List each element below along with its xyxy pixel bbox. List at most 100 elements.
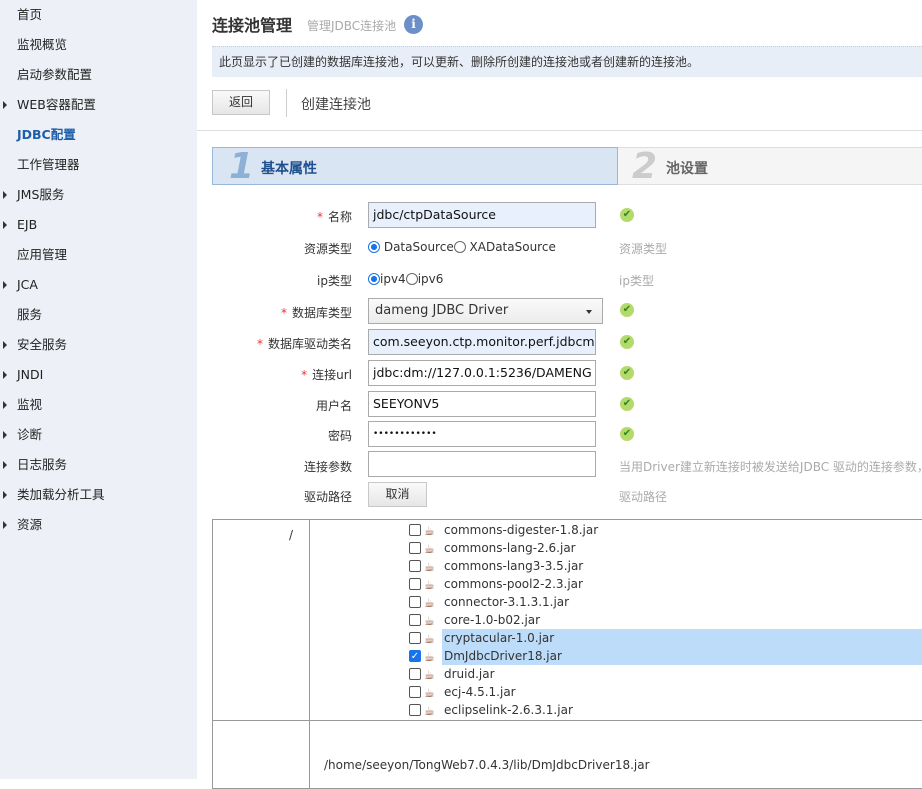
radio-ipv6[interactable] xyxy=(405,273,418,285)
file-item[interactable]: ☕ commons-lang-2.6.jar xyxy=(409,539,922,557)
back-button[interactable]: 返回 xyxy=(212,90,270,115)
file-item[interactable]: ✓ ☕ DmJdbcDriver18.jar xyxy=(409,647,922,665)
sidebar-item[interactable]: 启动参数配置 xyxy=(17,65,92,85)
caret-right-icon xyxy=(3,491,7,499)
file-checkbox[interactable] xyxy=(409,668,421,680)
password-input[interactable]: •••••••••••• xyxy=(368,421,596,447)
sidebar-item[interactable]: 类加载分析工具 xyxy=(3,485,105,505)
url-input[interactable]: jdbc:dm://127.0.0.1:5236/DAMENG xyxy=(368,360,596,386)
username-input[interactable]: SEEYONV5 xyxy=(368,391,596,417)
sidebar-item-label: WEB容器配置 xyxy=(17,97,96,112)
sidebar-item-label: 工作管理器 xyxy=(17,157,80,172)
sidebar-item[interactable]: 安全服务 xyxy=(3,335,67,355)
sidebar-item[interactable]: JDBC配置 xyxy=(17,125,76,145)
tree-root[interactable]: / xyxy=(289,528,293,542)
sidebar-item-label: 监视 xyxy=(17,397,43,412)
resource-type-hint: 资源类型 xyxy=(619,242,668,256)
ip-type-radios: ipv4 ipv6 xyxy=(368,272,443,286)
sidebar-item[interactable]: WEB容器配置 xyxy=(3,95,96,115)
username-label: 用户名 xyxy=(315,399,352,413)
file-item[interactable]: ☕ cryptacular-1.0.jar xyxy=(409,629,922,647)
sidebar-item-label: EJB xyxy=(17,217,38,232)
file-name: commons-pool2-2.3.jar xyxy=(444,577,583,591)
radio-ipv4[interactable] xyxy=(368,273,380,285)
resource-type-radios: DataSource XADataSource xyxy=(368,240,556,254)
file-item[interactable]: ☕ commons-pool2-2.3.jar xyxy=(409,575,922,593)
sidebar-item[interactable]: JCA xyxy=(3,275,38,295)
sidebar-item-label: JCA xyxy=(17,277,38,292)
sidebar-item[interactable]: 工作管理器 xyxy=(17,155,80,175)
sidebar-item[interactable]: 诊断 xyxy=(3,425,42,445)
caret-right-icon xyxy=(3,461,7,469)
chevron-down-icon xyxy=(586,310,592,314)
file-name: connector-3.1.3.1.jar xyxy=(444,595,570,609)
jar-icon: ☕ xyxy=(424,578,435,592)
step-number: 2 xyxy=(632,146,658,187)
file-checkbox[interactable] xyxy=(409,596,421,608)
check-icon: ✔ xyxy=(620,366,634,380)
file-item[interactable]: ☕ core-1.0-b02.jar xyxy=(409,611,922,629)
ip-type-label: ip类型 xyxy=(317,274,352,288)
file-checkbox[interactable] xyxy=(409,704,421,716)
check-icon: ✔ xyxy=(620,303,634,317)
jar-icon: ☕ xyxy=(424,668,435,682)
sidebar-item[interactable]: EJB xyxy=(3,215,38,235)
file-name: eclipselink-2.6.3.1.jar xyxy=(444,703,573,717)
sidebar-item[interactable]: 应用管理 xyxy=(17,245,67,265)
file-item[interactable]: ☕ commons-lang3-3.5.jar xyxy=(409,557,922,575)
file-checkbox[interactable] xyxy=(409,686,421,698)
file-item[interactable]: ☕ commons-digester-1.8.jar xyxy=(409,521,922,539)
radio-datasource[interactable] xyxy=(368,241,380,253)
file-item[interactable]: ☕ eclipselink-2.6.3.1.jar xyxy=(409,701,922,719)
driver-class-label: * 数据库驱动类名 xyxy=(256,337,352,351)
file-checkbox[interactable] xyxy=(409,524,421,536)
info-icon[interactable]: i xyxy=(404,15,423,34)
sidebar: 首页监视概览启动参数配置 WEB容器配置 JDBC配置工作管理器 JMS服务 EJB 应用… xyxy=(0,0,197,779)
file-checkbox[interactable] xyxy=(409,542,421,554)
sidebar-item[interactable]: 监视 xyxy=(3,395,43,415)
name-input[interactable]: jdbc/ctpDataSource xyxy=(368,202,596,228)
params-input[interactable] xyxy=(368,451,596,477)
jar-icon: ☕ xyxy=(424,614,435,628)
radio-xadatasource[interactable] xyxy=(453,241,466,253)
file-name: druid.jar xyxy=(444,667,495,681)
sidebar-item[interactable]: 监视概览 xyxy=(17,35,67,55)
sidebar-item-label: 监视概览 xyxy=(17,37,68,52)
sidebar-item[interactable]: 服务 xyxy=(17,305,42,325)
sidebar-item-label: 启动参数配置 xyxy=(17,67,93,82)
sidebar-item[interactable]: 日志服务 xyxy=(3,455,67,475)
description-bar: 此页显示了已创建的数据库连接池，可以更新、删除所创建的连接池或者创建新的连接池。 xyxy=(212,46,922,77)
caret-right-icon xyxy=(3,101,7,109)
caret-right-icon xyxy=(3,431,7,439)
divider xyxy=(286,89,287,117)
name-label: * 名称 xyxy=(316,210,352,224)
caret-right-icon xyxy=(3,191,7,199)
file-checkbox[interactable] xyxy=(409,614,421,626)
file-checkbox[interactable] xyxy=(409,578,421,590)
file-item[interactable]: ☕ ecj-4.5.1.jar xyxy=(409,683,922,701)
params-label: 连接参数 xyxy=(303,460,352,474)
caret-right-icon xyxy=(3,221,7,229)
db-type-select[interactable]: dameng JDBC Driver xyxy=(368,298,603,324)
sidebar-item[interactable]: 首页 xyxy=(17,5,42,25)
main-content: 连接池管理 管理JDBC连接池 i 此页显示了已创建的数据库连接池，可以更新、删… xyxy=(197,0,922,789)
caret-right-icon xyxy=(3,401,7,409)
caret-right-icon xyxy=(3,521,7,529)
file-item[interactable]: ☕ druid.jar xyxy=(409,665,922,683)
step-pool-settings[interactable]: 2 池设置 xyxy=(618,146,922,187)
sidebar-item[interactable]: JNDI xyxy=(3,365,43,385)
selected-path: /home/seeyon/TongWeb7.0.4.3/lib/DmJdbcDr… xyxy=(324,758,650,772)
jar-icon: ☕ xyxy=(424,632,435,646)
file-checkbox[interactable] xyxy=(409,632,421,644)
jar-icon: ☕ xyxy=(424,596,435,610)
driver-class-input[interactable]: com.seeyon.ctp.monitor.perf.jdbcmonitor xyxy=(368,329,596,355)
file-item[interactable]: ☕ connector-3.1.3.1.jar xyxy=(409,593,922,611)
jar-icon: ☕ xyxy=(424,542,435,556)
file-checkbox[interactable]: ✓ xyxy=(409,650,421,662)
sidebar-item[interactable]: 资源 xyxy=(3,515,42,535)
cancel-button[interactable]: 取消 xyxy=(368,482,427,507)
sidebar-item[interactable]: JMS服务 xyxy=(3,185,64,205)
step-basic-properties[interactable]: 1 基本属性 xyxy=(212,146,618,187)
file-checkbox[interactable] xyxy=(409,560,421,572)
sidebar-item-label: 服务 xyxy=(17,307,43,322)
